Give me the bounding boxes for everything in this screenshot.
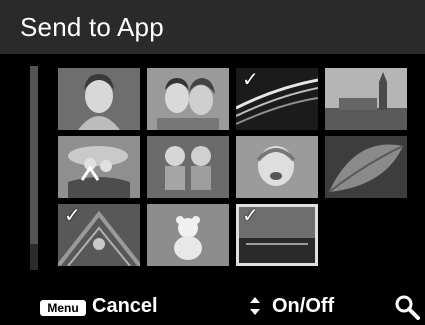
cancel-label[interactable]: Cancel [92,295,158,318]
thumbnail-night-road[interactable]: ✓ [236,68,318,130]
thumbnail-teddy-bear[interactable] [147,204,229,266]
thumbnail-leaf-closeup[interactable] [325,136,407,198]
selected-check-icon: ✓ [242,205,259,227]
thumbnail-beach-pier[interactable]: ✓ [236,204,318,266]
menu-button-badge: Menu [40,300,86,316]
on-off-toggle-label[interactable]: On/Off [272,295,334,318]
thumbnail-playground[interactable]: ✓ [58,204,140,266]
selected-check-icon: ✓ [242,69,259,91]
title-bar: Send to App [0,0,425,54]
thumbnail-baby-crying[interactable] [236,136,318,198]
screen-title: Send to App [20,12,164,42]
up-down-arrows-icon [248,296,262,317]
selected-check-icon: ✓ [64,205,81,227]
scrollbar-thumb[interactable] [30,66,38,244]
thumbnail-couple-portrait[interactable] [147,68,229,130]
scrollbar[interactable] [30,66,38,270]
thumbnail-twins-sitting[interactable] [147,136,229,198]
button-hint-bar: Menu Cancel On/Off [0,292,425,320]
thumbnail-kids-jumping[interactable] [58,136,140,198]
thumbnail-woman-portrait[interactable] [58,68,140,130]
magnifier-icon[interactable] [392,292,422,320]
thumbnail-big-ben-london[interactable] [325,68,407,130]
